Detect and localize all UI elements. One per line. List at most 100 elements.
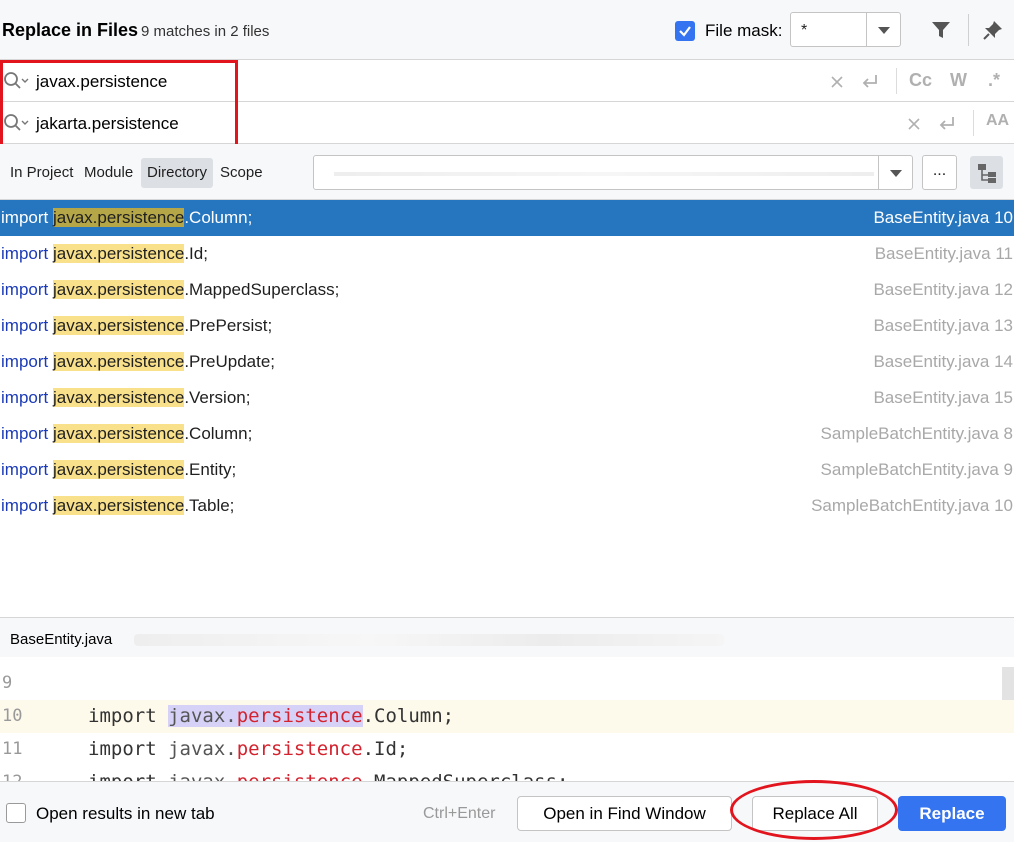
result-rest: .Column;: [184, 208, 253, 227]
preview-file-name: BaseEntity.java: [10, 631, 113, 648]
browse-button[interactable]: ...: [922, 155, 957, 190]
result-file: BaseEntity.java 12: [873, 280, 1013, 299]
result-row[interactable]: import javax.persistence.PrePersist; Base…: [0, 308, 1014, 344]
open-new-tab-checkbox[interactable]: [6, 803, 26, 823]
file-mask-label: File mask:: [705, 21, 783, 40]
open-in-find-window-button[interactable]: Open in Find Window: [517, 796, 732, 831]
clear-icon[interactable]: [830, 75, 844, 89]
code-text: import javax.persistence.MappedSuperclas…: [88, 766, 568, 781]
result-code: import javax.persistence.Column;: [1, 416, 252, 452]
result-match: javax.persistence: [52, 280, 185, 299]
code-match: persistence: [236, 705, 363, 727]
dialog-title: Replace in Files: [2, 20, 139, 40]
result-code: import javax.persistence.Column;: [1, 200, 252, 236]
newline-icon[interactable]: [860, 73, 880, 91]
result-file: SampleBatchEntity.java 8: [820, 424, 1013, 443]
divider: [968, 14, 969, 46]
result-rest: .Table;: [184, 496, 235, 515]
directory-combo[interactable]: [313, 155, 913, 190]
result-code: import javax.persistence.Id;: [1, 236, 208, 272]
filter-icon[interactable]: [930, 19, 952, 41]
code-rest: .Id;: [362, 738, 409, 760]
file-mask-combo[interactable]: *: [790, 12, 901, 47]
result-match: javax.persistence: [52, 352, 185, 371]
code-text: import javax.persistence.Column;: [88, 700, 454, 733]
result-match: javax.persistence: [52, 388, 185, 407]
result-code: import javax.persistence.Version;: [1, 380, 250, 416]
whole-words-toggle[interactable]: W: [950, 70, 967, 91]
tab-module[interactable]: Module: [78, 158, 139, 188]
checkmark-icon: [679, 26, 691, 37]
open-new-tab-label: Open results in new tab: [36, 804, 215, 823]
result-rest: .Column;: [184, 424, 253, 443]
result-keyword: import: [1, 208, 49, 227]
results-list: import javax.persistence.Column; BaseEnti…: [0, 200, 1014, 617]
result-keyword: import: [1, 496, 49, 515]
regex-toggle[interactable]: .*: [988, 70, 1000, 91]
result-code: import javax.persistence.PreUpdate;: [1, 344, 275, 380]
result-rest: .Id;: [184, 244, 208, 263]
result-row[interactable]: import javax.persistence.Id; BaseEntity.j…: [0, 236, 1014, 272]
line-number: 12: [0, 766, 60, 781]
result-keyword: import: [1, 388, 49, 407]
newline-icon[interactable]: [937, 115, 957, 133]
code-rest: .MappedSuperclass;: [363, 771, 569, 781]
result-file: BaseEntity.java 13: [873, 316, 1013, 335]
result-file: BaseEntity.java 14: [873, 352, 1013, 371]
file-mask-checkbox[interactable]: [675, 21, 695, 41]
result-row[interactable]: import javax.persistence.Column; BaseEnti…: [0, 200, 1014, 236]
preview-header: BaseEntity.java: [0, 617, 1014, 657]
code-line: 11 import javax.persistence.Id;: [0, 733, 1014, 766]
result-file: BaseEntity.java 11: [874, 244, 1013, 263]
result-match: javax.persistence: [52, 460, 185, 479]
result-rest: .MappedSuperclass;: [184, 280, 340, 299]
match-count: 9 matches in 2 files: [141, 23, 270, 40]
result-match: javax.persistence: [52, 316, 185, 335]
code-package: javax.: [168, 705, 237, 727]
code-rest: .Column;: [362, 705, 455, 727]
divider: [973, 110, 974, 136]
code-line: 10 import javax.persistence.Column;: [0, 700, 1014, 733]
result-code: import javax.persistence.Table;: [1, 488, 234, 524]
line-number: 11: [2, 739, 23, 759]
result-match: javax.persistence: [52, 496, 185, 515]
result-row[interactable]: import javax.persistence.MappedSuperclas…: [0, 272, 1014, 308]
result-row[interactable]: import javax.persistence.Column; SampleBa…: [0, 416, 1014, 452]
result-keyword: import: [1, 424, 49, 443]
annotation-rectangle: [0, 60, 238, 149]
result-keyword: import: [1, 316, 49, 335]
result-keyword: import: [1, 280, 49, 299]
chevron-down-icon[interactable]: [866, 13, 900, 46]
shortcut-hint: Ctrl+Enter: [423, 805, 496, 822]
clear-icon[interactable]: [907, 117, 921, 131]
tab-in-project[interactable]: In Project: [4, 158, 79, 188]
result-row[interactable]: import javax.persistence.PreUpdate; BaseE…: [0, 344, 1014, 380]
code-keyword: import: [88, 738, 169, 760]
match-case-toggle[interactable]: Cc: [909, 70, 932, 91]
result-row[interactable]: import javax.persistence.Entity; SampleBa…: [0, 452, 1014, 488]
directory-path-redacted: [334, 172, 874, 176]
result-row[interactable]: import javax.persistence.Table; SampleBat…: [0, 488, 1014, 524]
code-package: javax.: [168, 738, 237, 760]
result-file: BaseEntity.java 15: [873, 388, 1013, 407]
divider: [896, 68, 897, 94]
code-line: 9: [0, 667, 1014, 700]
result-rest: .Entity;: [184, 460, 237, 479]
replace-button[interactable]: Replace: [898, 796, 1006, 831]
chevron-down-icon[interactable]: [878, 156, 912, 189]
tab-scope[interactable]: Scope: [214, 158, 269, 188]
scope-bar: In Project Module Directory Scope ...: [0, 144, 1014, 200]
code-keyword: import: [88, 771, 168, 781]
result-match: javax.persistence: [52, 208, 185, 227]
recursive-toggle[interactable]: [970, 156, 1003, 189]
tab-directory[interactable]: Directory: [141, 158, 214, 188]
pin-icon[interactable]: [982, 19, 1004, 41]
result-code: import javax.persistence.Entity;: [1, 452, 236, 488]
dialog-header: Replace in Files 9 matches in 2 files Fi…: [0, 0, 1014, 60]
code-preview[interactable]: 9 10 import javax.persistence.Column; 11 imp…: [0, 657, 1014, 781]
preserve-case-toggle[interactable]: AA: [986, 112, 1009, 130]
result-keyword: import: [1, 460, 49, 479]
code-keyword: import: [88, 705, 169, 727]
result-row[interactable]: import javax.persistence.Version; BaseEnt…: [0, 380, 1014, 416]
code-line: 12 import javax.persistence.MappedSupercl…: [0, 766, 1014, 781]
